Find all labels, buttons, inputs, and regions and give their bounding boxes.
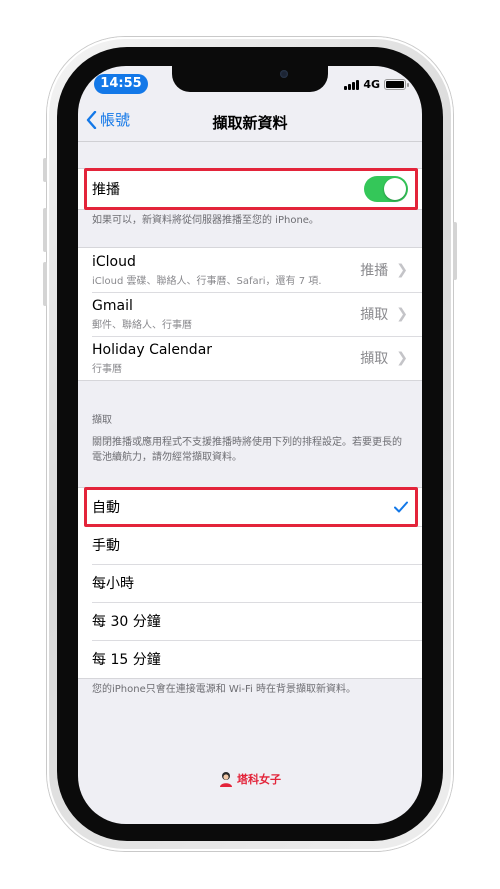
fetch-option[interactable]: 每 30 分鐘: [78, 602, 422, 640]
fetch-header: 擷取: [92, 415, 112, 426]
push-row: 推播: [78, 169, 422, 209]
account-row[interactable]: iCloud iCloud 雲碟、聯絡人、行事曆、Safari，還有 7 項… …: [78, 248, 422, 292]
account-detail: iCloud 雲碟、聯絡人、行事曆、Safari，還有 7 項…: [92, 275, 322, 287]
fetch-option[interactable]: 手動: [78, 526, 422, 564]
screen: 14:55 4G 帳號 擷取新資料 推播 如果可以，新資料將從伺服器推播至您的 …: [78, 66, 422, 824]
notch: [172, 66, 328, 92]
volume-down-button: [43, 262, 47, 306]
chevron-right-icon: ❯: [396, 262, 408, 278]
fetch-option-label: 自動: [92, 500, 120, 516]
fetch-options-group: 自動 手動 每小時 每 30 分鐘 每 15 分鐘: [78, 487, 422, 679]
account-name: Gmail: [92, 297, 133, 314]
network-type: 4G: [363, 77, 380, 91]
navigation-bar: 帳號 擷取新資料: [78, 102, 422, 140]
fetch-option-label: 手動: [92, 538, 120, 554]
fetch-option-label: 每小時: [92, 576, 134, 592]
push-toggle[interactable]: [364, 176, 408, 202]
status-time: 14:55: [94, 74, 148, 94]
account-detail: 行事曆: [92, 363, 122, 375]
watermark-text: 塔科女子: [237, 773, 281, 786]
account-name: Holiday Calendar: [92, 341, 213, 358]
push-group: 推播: [78, 168, 422, 210]
fetch-description: 關閉推播或應用程式不支援推播時將使用下列的排程設定。若要更長的電池續航力，請勿經…: [92, 437, 402, 463]
mute-switch: [43, 158, 47, 182]
watermark: 塔科女子: [78, 771, 422, 787]
signal-icon: [344, 79, 360, 90]
volume-up-button: [43, 208, 47, 252]
push-footnote: 如果可以，新資料將從伺服器推播至您的 iPhone。: [92, 215, 319, 226]
account-row[interactable]: Gmail 郵件、聯絡人、行事曆 擷取 ❯: [78, 292, 422, 336]
account-mode: 擷取: [360, 351, 389, 367]
fetch-option[interactable]: 自動: [78, 488, 422, 526]
fetch-option[interactable]: 每小時: [78, 564, 422, 602]
push-label: 推播: [92, 182, 120, 198]
account-detail: 郵件、聯絡人、行事曆: [92, 319, 192, 331]
checkmark-icon: [394, 501, 408, 513]
account-mode: 推播: [360, 263, 389, 279]
account-mode: 擷取: [360, 307, 389, 323]
accounts-group: iCloud iCloud 雲碟、聯絡人、行事曆、Safari，還有 7 項… …: [78, 247, 422, 381]
page-title: 擷取新資料: [212, 114, 288, 132]
battery-icon: [384, 78, 409, 90]
fetch-option[interactable]: 每 15 分鐘: [78, 640, 422, 678]
chevron-right-icon: ❯: [396, 350, 408, 366]
fetch-footnote: 您的iPhone只會在連接電源和 Wi-Fi 時在背景擷取新資料。: [92, 684, 356, 695]
nav-divider: [78, 141, 422, 142]
fetch-option-label: 每 15 分鐘: [92, 652, 161, 668]
camera: [280, 70, 288, 78]
status-indicators: 4G: [344, 77, 409, 91]
side-button: [453, 222, 457, 280]
chevron-right-icon: ❯: [396, 306, 408, 322]
account-row[interactable]: Holiday Calendar 行事曆 擷取 ❯: [78, 336, 422, 380]
fetch-option-label: 每 30 分鐘: [92, 614, 161, 630]
avatar-icon: [220, 772, 232, 787]
account-name: iCloud: [92, 253, 136, 270]
